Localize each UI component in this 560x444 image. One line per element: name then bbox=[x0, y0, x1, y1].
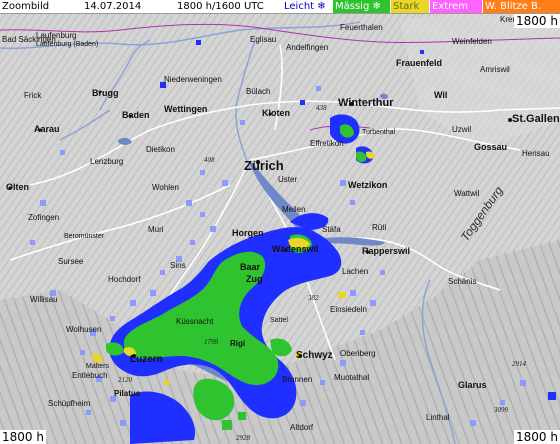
place-label: Herisau bbox=[522, 149, 550, 158]
map-time: 1800 h/1600 UTC bbox=[177, 1, 264, 12]
place-label: Zofingen bbox=[28, 213, 59, 222]
map-title: Zoombild bbox=[2, 1, 50, 12]
legend-stark: Stark bbox=[391, 0, 429, 13]
place-label: Gossau bbox=[474, 142, 507, 152]
place-label: Malters bbox=[86, 363, 109, 370]
elevation-label: 1798 bbox=[204, 338, 219, 346]
elevation-label: 2120 bbox=[118, 376, 133, 384]
place-label: Dietikon bbox=[146, 145, 175, 154]
elevation-label: 2914 bbox=[512, 360, 527, 368]
place-label: Sins bbox=[170, 261, 186, 270]
legend-blitze: W. Blitze B. bbox=[483, 0, 560, 13]
place-label: Amriswil bbox=[480, 65, 510, 74]
place-label: Altdorf bbox=[290, 423, 314, 432]
place-label: Wil bbox=[434, 90, 447, 100]
place-label: Meilen bbox=[282, 205, 306, 214]
place-label: Wolhusen bbox=[66, 325, 101, 334]
place-label: Sattel bbox=[270, 317, 288, 324]
place-label: Wettingen bbox=[164, 104, 207, 114]
radar-map[interactable]: Bad Säckingen Laufenburg Laufenburg (Bad… bbox=[0, 0, 560, 444]
place-label: Küssnacht bbox=[176, 317, 214, 326]
place-label: Aarau bbox=[34, 124, 60, 134]
place-label: Turbenthal bbox=[362, 129, 396, 136]
place-label: Uzwil bbox=[452, 125, 471, 134]
place-label: Hochdorf bbox=[108, 275, 141, 284]
place-label: Niederweningen bbox=[164, 75, 222, 84]
place-label: Bülach bbox=[246, 87, 270, 96]
legend-blitze-extra: B. bbox=[531, 1, 542, 12]
map-frame: Bad Säckingen Laufenburg Laufenburg (Bad… bbox=[0, 0, 560, 444]
place-label: Brugg bbox=[92, 88, 119, 98]
place-label: Muri bbox=[148, 225, 164, 234]
place-label: Baar bbox=[240, 262, 261, 272]
place-label: Lenzburg bbox=[90, 157, 123, 166]
legend-stark-label: Stark bbox=[393, 1, 420, 12]
place-label: Glarus bbox=[458, 380, 487, 390]
place-label: Kloten bbox=[262, 108, 290, 118]
place-label: Sursee bbox=[58, 257, 84, 266]
place-label: Horgen bbox=[232, 228, 264, 238]
elevation-label: 3099 bbox=[493, 406, 509, 414]
place-label: Wattwil bbox=[454, 189, 480, 198]
place-label: Laufenburg (Baden) bbox=[36, 41, 98, 48]
place-label: Muotathal bbox=[334, 373, 369, 382]
place-label: Willisau bbox=[30, 295, 58, 304]
place-label: Oberiberg bbox=[340, 349, 376, 358]
elevation-label: 408 bbox=[204, 156, 215, 164]
place-label: Laufenburg bbox=[36, 31, 76, 40]
place-label: Lachen bbox=[342, 267, 368, 276]
place-label: Feuerthalen bbox=[340, 23, 383, 32]
place-label: Baden bbox=[122, 110, 150, 120]
place-label: Winterthur bbox=[338, 97, 394, 109]
place-label: Wädenswil bbox=[272, 244, 319, 254]
place-label: Einsiedeln bbox=[330, 305, 367, 314]
snowflake-icon: ❄ bbox=[372, 1, 381, 12]
legend-massig-label: Mässig bbox=[335, 1, 370, 12]
legend-extrem-label: Extrem bbox=[432, 1, 468, 12]
place-label: Frick bbox=[24, 91, 42, 100]
place-label: Zug bbox=[246, 274, 263, 284]
place-label: Wohlen bbox=[152, 183, 179, 192]
place-label: Rapperswil bbox=[362, 246, 410, 256]
place-label: Stäfa bbox=[322, 225, 341, 234]
place-label: Effretikon bbox=[310, 139, 344, 148]
place-label: Wetzikon bbox=[348, 180, 387, 190]
place-label: Schänis bbox=[448, 277, 476, 286]
place-label: Andelfingen bbox=[286, 43, 328, 52]
place-label: Rigi bbox=[230, 339, 245, 348]
place-label: Brunnen bbox=[282, 375, 312, 384]
place-label: Frauenfeld bbox=[396, 58, 442, 68]
time-label-top-right: 1800 h bbox=[514, 14, 560, 28]
snowflake-icon: ❄ bbox=[317, 1, 326, 12]
legend-leicht-label: Leicht bbox=[284, 1, 315, 12]
place-label: Schwyz bbox=[296, 350, 333, 361]
legend-leicht: Leicht ❄ bbox=[282, 0, 332, 13]
place-label: Weinfelden bbox=[452, 37, 492, 46]
place-label: Linthal bbox=[426, 413, 450, 422]
elevation-label: 382 bbox=[307, 294, 319, 302]
place-label: Zürich bbox=[244, 158, 284, 173]
header-bar: Zoombild 14.07.2014 1800 h/1600 UTC Leic… bbox=[0, 0, 560, 14]
place-label: Rüti bbox=[372, 223, 386, 232]
elevation-label: 2928 bbox=[236, 434, 251, 442]
time-label-bottom-right: 1800 h bbox=[514, 430, 560, 444]
legend-massig: Mässig ❄ bbox=[333, 0, 390, 13]
legend-blitze-label: W. Blitze bbox=[485, 1, 528, 12]
place-label: Uster bbox=[278, 175, 297, 184]
legend-extrem: Extrem bbox=[430, 0, 482, 13]
time-label-bottom-left: 1800 h bbox=[0, 430, 46, 444]
place-label: Beromünster bbox=[64, 233, 105, 240]
place-label: St.Gallen bbox=[512, 113, 560, 125]
place-label: Eglisau bbox=[250, 35, 276, 44]
place-label: Schüpfheim bbox=[48, 399, 91, 408]
place-label: Entlebuch bbox=[72, 371, 108, 380]
place-label: Pilatus bbox=[114, 389, 141, 398]
elevation-label: 438 bbox=[316, 104, 327, 112]
map-date: 14.07.2014 bbox=[84, 1, 142, 12]
